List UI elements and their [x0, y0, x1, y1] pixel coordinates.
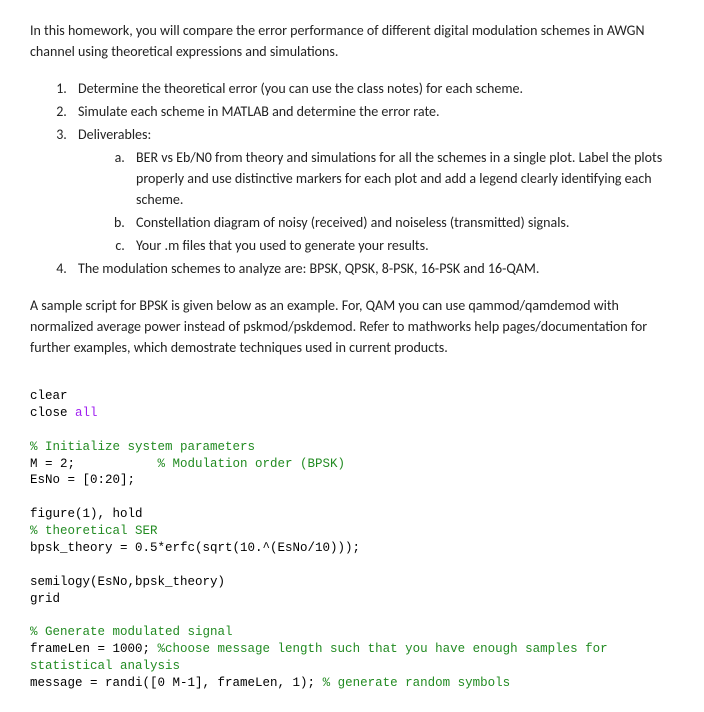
list-item-3: Deliverables: BER vs Eb/N0 from theory a…	[70, 124, 674, 256]
code-line: bpsk_theory = 0.5*erfc(sqrt(10.^(EsNo/10…	[30, 541, 360, 555]
intro-paragraph: In this homework, you will compare the e…	[30, 20, 674, 62]
sample-script-paragraph: A sample script for BPSK is given below …	[30, 295, 674, 358]
sublist-item-a: BER vs Eb/N0 from theory and simulations…	[128, 147, 674, 210]
list-item-1: Determine the theoretical error (you can…	[70, 78, 674, 99]
list-item-2: Simulate each scheme in MATLAB and deter…	[70, 101, 674, 122]
code-comment: % theoretical SER	[30, 524, 158, 538]
code-comment: %choose message length such that you hav…	[158, 642, 616, 656]
code-line: close	[30, 406, 75, 420]
code-line: grid	[30, 592, 60, 606]
list-item-4: The modulation schemes to analyze are: B…	[70, 258, 674, 279]
code-comment: % Modulation order (BPSK)	[158, 457, 346, 471]
code-line: semilogy(EsNo,bpsk_theory)	[30, 575, 225, 589]
code-line: EsNo = [0:20];	[30, 473, 135, 487]
list-item-3-text: Deliverables:	[78, 126, 151, 143]
matlab-code-block: clear close all % Initialize system para…	[30, 388, 674, 692]
code-comment: % Generate modulated signal	[30, 625, 233, 639]
code-line: clear	[30, 389, 68, 403]
sublist-item-c: Your .m files that you used to generate …	[128, 235, 674, 256]
code-comment: statistical analysis	[30, 659, 180, 673]
code-line: M = 2;	[30, 457, 158, 471]
code-line: frameLen = 1000;	[30, 642, 158, 656]
code-keyword-all: all	[75, 406, 98, 420]
deliverables-sublist: BER vs Eb/N0 from theory and simulations…	[128, 147, 674, 256]
sublist-item-b: Constellation diagram of noisy (received…	[128, 212, 674, 233]
code-comment: % Initialize system parameters	[30, 440, 255, 454]
main-ordered-list: Determine the theoretical error (you can…	[70, 78, 674, 279]
code-line: figure(1), hold	[30, 507, 143, 521]
